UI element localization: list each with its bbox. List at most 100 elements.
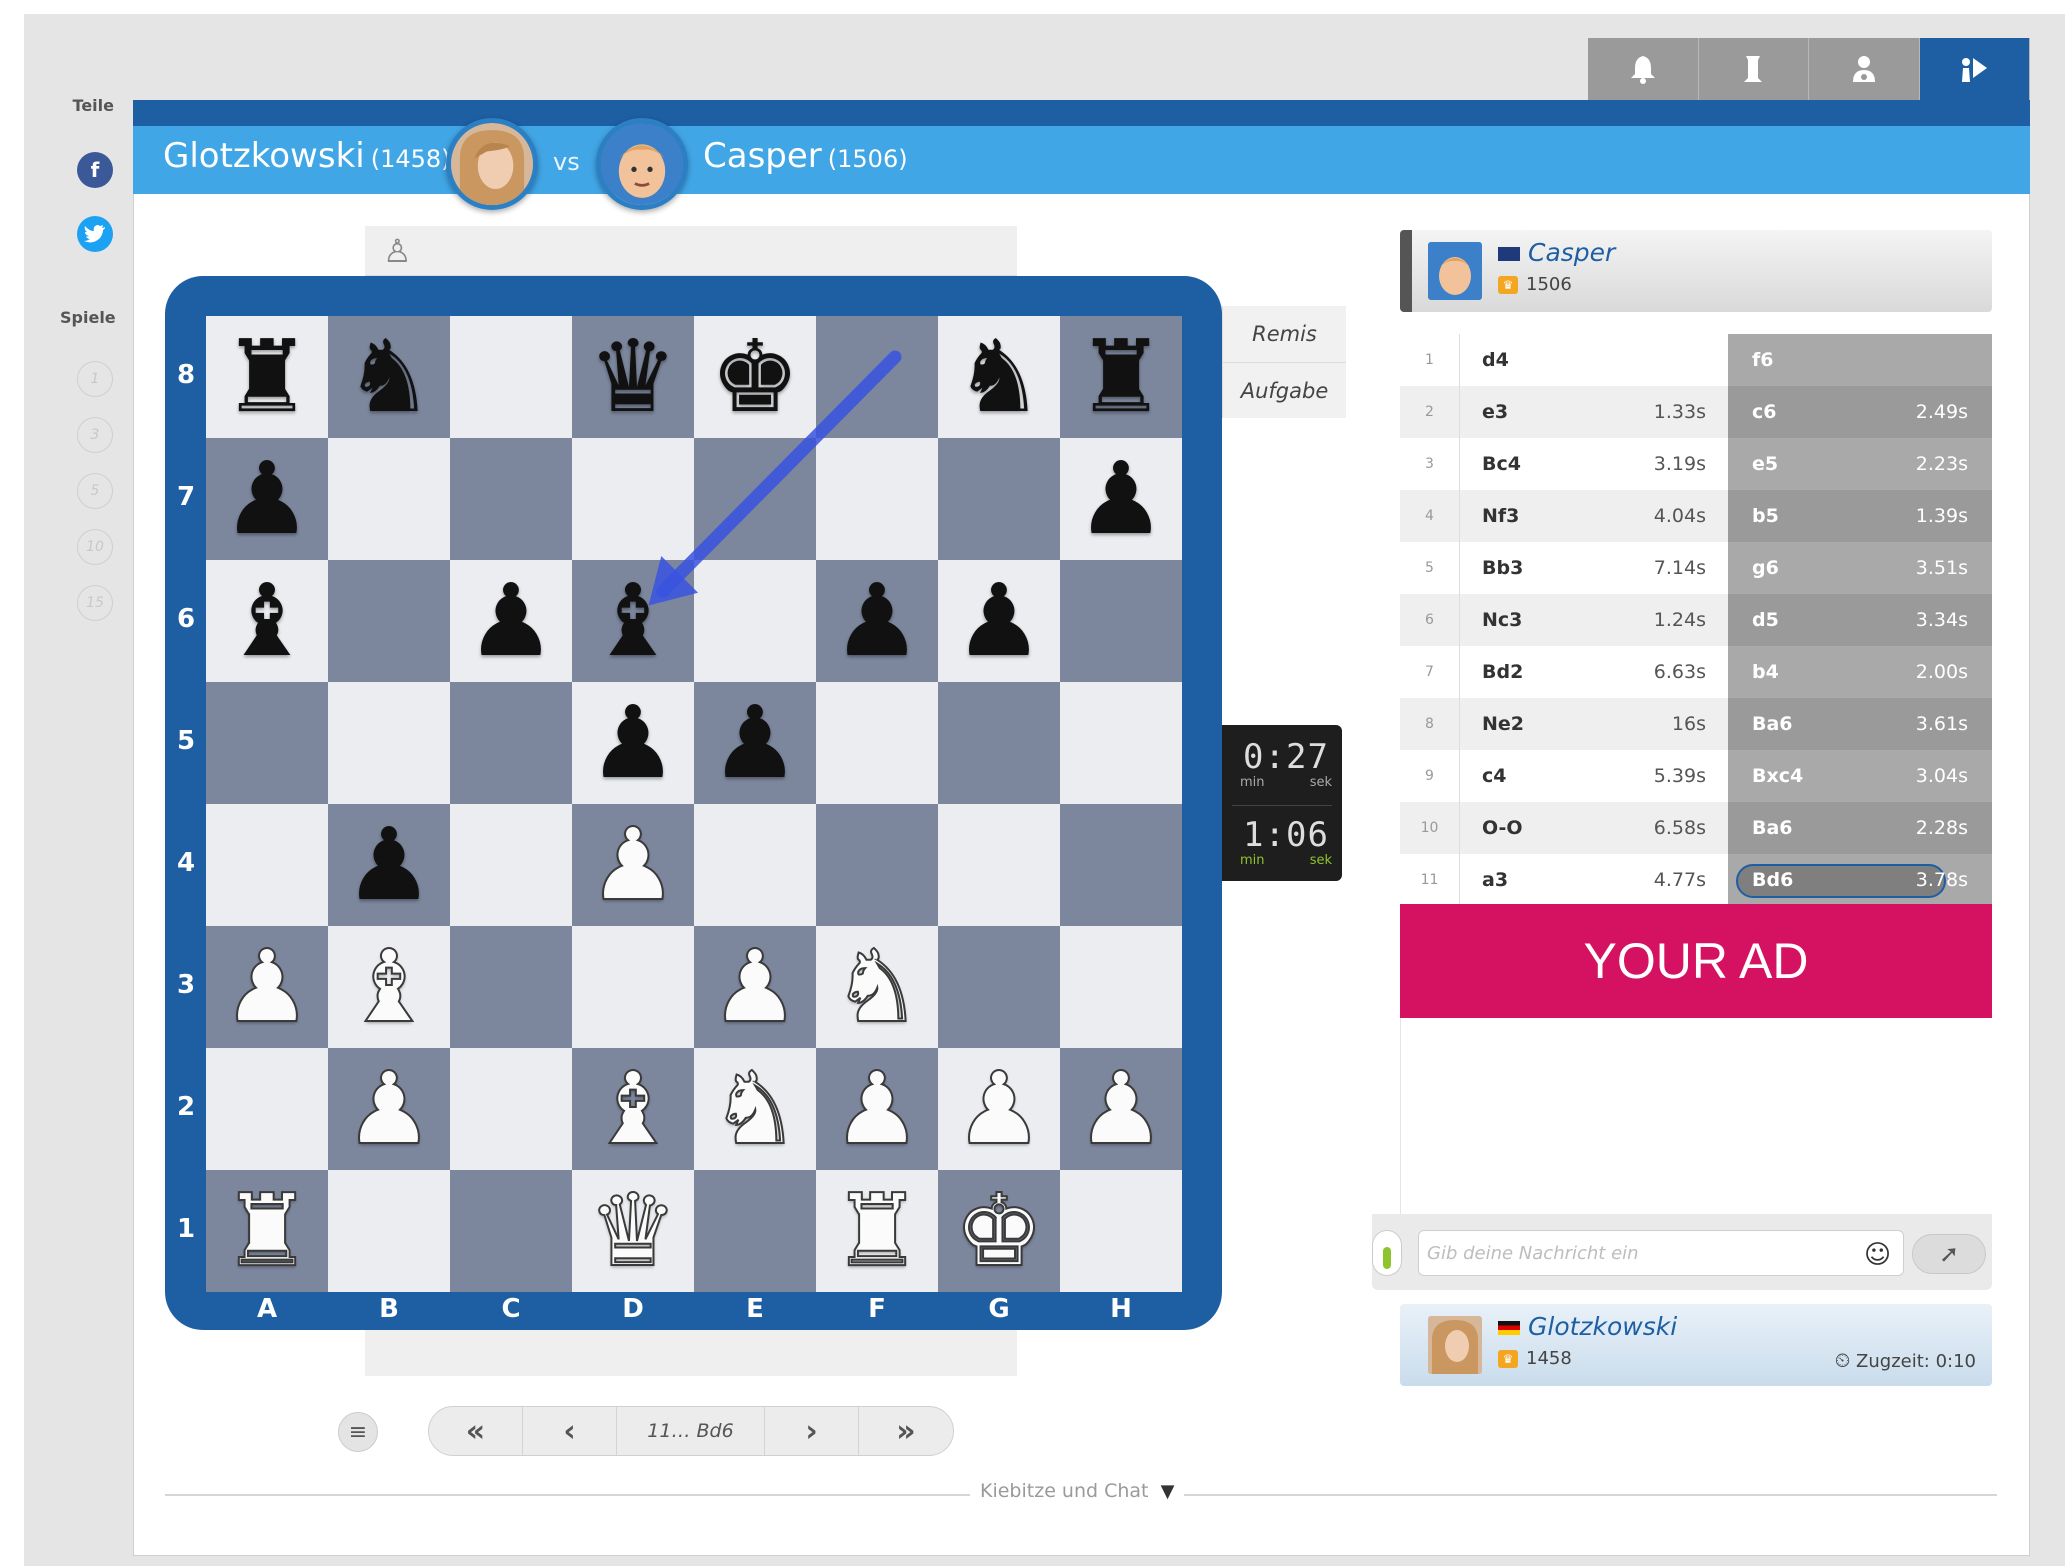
square-b3[interactable]: ♝ (328, 926, 450, 1048)
square-e4[interactable] (694, 804, 816, 926)
white-move-cell[interactable]: 3 Bc4 3.19s (1400, 438, 1728, 490)
black-player-avatar[interactable] (596, 118, 688, 210)
square-g8[interactable]: ♞ (938, 316, 1060, 438)
square-b7[interactable] (328, 438, 450, 560)
square-a3[interactable]: ♟ (206, 926, 328, 1048)
black-pawn-piece[interactable]: ♟ (832, 571, 922, 671)
white-knight-piece[interactable]: ♞ (831, 936, 923, 1038)
white-move-cell[interactable]: 8 Ne2 16s (1400, 698, 1728, 750)
square-b6[interactable] (328, 560, 450, 682)
square-d2[interactable]: ♝ (572, 1048, 694, 1170)
resign-button[interactable]: Aufgabe (1223, 362, 1346, 418)
chess-board[interactable]: ♜ ♞ ♛ ♚ ♞ ♜ ♟ ♟ ♝ ♟ ♝ ♟ ♟ ♟ ♟ ♟ ♟ ♟ ♝ ♟ ♞ ♟ ♝ ♞ ♟ ♟ ♟ ♜ ♛ ♜ ♚ (206, 316, 1182, 1292)
square-a5[interactable] (206, 682, 328, 804)
square-c6[interactable]: ♟ (450, 560, 572, 682)
black-move-cell[interactable]: f6 (1728, 334, 1992, 386)
square-e1[interactable] (694, 1170, 816, 1292)
white-pawn-piece[interactable]: ♟ (221, 936, 313, 1038)
white-move-cell[interactable]: 7 Bd2 6.63s (1400, 646, 1728, 698)
square-a4[interactable] (206, 804, 328, 926)
square-e7[interactable] (694, 438, 816, 560)
square-h8[interactable]: ♜ (1060, 316, 1182, 438)
white-pawn-piece[interactable]: ♟ (1075, 1058, 1167, 1160)
black-move-cell[interactable]: Ba6 2.28s (1728, 802, 1992, 854)
square-g3[interactable] (938, 926, 1060, 1048)
square-d8[interactable]: ♛ (572, 316, 694, 438)
own-player-card[interactable]: Glotzkowski ♛ 1458 ⏲ Zugzeit: 0:10 (1400, 1304, 1992, 1386)
square-f1[interactable]: ♜ (816, 1170, 938, 1292)
square-c7[interactable] (450, 438, 572, 560)
square-h2[interactable]: ♟ (1060, 1048, 1182, 1170)
black-pawn-piece[interactable]: ♟ (710, 693, 800, 793)
square-e5[interactable]: ♟ (694, 682, 816, 804)
black-bishop-piece[interactable]: ♝ (222, 571, 312, 671)
white-move-cell[interactable]: 9 c4 5.39s (1400, 750, 1728, 802)
square-f6[interactable]: ♟ (816, 560, 938, 682)
white-pawn-piece[interactable]: ♟ (587, 814, 679, 916)
game-count-1[interactable]: 1 (77, 361, 113, 397)
square-f5[interactable] (816, 682, 938, 804)
black-move-cell[interactable]: g6 3.51s (1728, 542, 1992, 594)
white-pawn-piece[interactable]: ♟ (709, 936, 801, 1038)
square-d5[interactable]: ♟ (572, 682, 694, 804)
opponent-card[interactable]: Casper ♛ 1506 (1400, 230, 1992, 312)
game-count-10[interactable]: 10 (77, 529, 113, 565)
square-a6[interactable]: ♝ (206, 560, 328, 682)
white-bishop-piece[interactable]: ♝ (343, 936, 435, 1038)
chat-input[interactable] (1418, 1230, 1904, 1276)
square-d1[interactable]: ♛ (572, 1170, 694, 1292)
black-rook-piece[interactable]: ♜ (1076, 327, 1166, 427)
draw-button[interactable]: Remis (1223, 306, 1346, 362)
square-b8[interactable]: ♞ (328, 316, 450, 438)
black-pawn-piece[interactable]: ♟ (222, 449, 312, 549)
square-h6[interactable] (1060, 560, 1182, 682)
square-g4[interactable] (938, 804, 1060, 926)
square-h3[interactable] (1060, 926, 1182, 1048)
game-count-3[interactable]: 3 (77, 417, 113, 453)
square-e8[interactable]: ♚ (694, 316, 816, 438)
smiley-icon[interactable]: ☺ (1864, 1240, 1891, 1270)
square-c3[interactable] (450, 926, 572, 1048)
square-c8[interactable] (450, 316, 572, 438)
black-move-cell[interactable]: b5 1.39s (1728, 490, 1992, 542)
square-g7[interactable] (938, 438, 1060, 560)
square-h7[interactable]: ♟ (1060, 438, 1182, 560)
black-move-cell[interactable]: b4 2.00s (1728, 646, 1992, 698)
game-count-15[interactable]: 15 (77, 585, 113, 621)
kibitz-chat-toggle[interactable]: Kiebitze und Chat ▼ (970, 1480, 1185, 1502)
black-king-piece[interactable]: ♚ (710, 327, 800, 427)
white-bishop-piece[interactable]: ♝ (587, 1058, 679, 1160)
square-h5[interactable] (1060, 682, 1182, 804)
black-knight-piece[interactable]: ♞ (344, 327, 434, 427)
white-move-cell[interactable]: 4 Nf3 4.04s (1400, 490, 1728, 542)
square-f4[interactable] (816, 804, 938, 926)
square-g1[interactable]: ♚ (938, 1170, 1060, 1292)
black-move-cell[interactable]: d5 3.34s (1728, 594, 1992, 646)
square-c2[interactable] (450, 1048, 572, 1170)
white-king-piece[interactable]: ♚ (953, 1180, 1045, 1282)
black-rook-piece[interactable]: ♜ (222, 327, 312, 427)
square-e2[interactable]: ♞ (694, 1048, 816, 1170)
white-player-avatar[interactable] (446, 118, 538, 210)
tab-play[interactable] (1919, 38, 2030, 100)
tab-tournaments[interactable] (1698, 38, 1809, 100)
white-move-cell[interactable]: 1 d4 (1400, 334, 1728, 386)
square-h1[interactable] (1060, 1170, 1182, 1292)
square-e6[interactable] (694, 560, 816, 682)
black-move-cell[interactable]: e5 2.23s (1728, 438, 1992, 490)
white-pawn-piece[interactable]: ♟ (343, 1058, 435, 1160)
square-g5[interactable] (938, 682, 1060, 804)
square-b1[interactable] (328, 1170, 450, 1292)
square-b4[interactable]: ♟ (328, 804, 450, 926)
white-move-cell[interactable]: 11 a3 4.77s (1400, 854, 1728, 906)
white-player-title[interactable]: Glotzkowski (1458) (163, 136, 451, 176)
tab-friends[interactable] (1809, 38, 1920, 100)
square-f2[interactable]: ♟ (816, 1048, 938, 1170)
white-pawn-piece[interactable]: ♟ (831, 1058, 923, 1160)
black-move-cell[interactable]: Bd6 3.78s (1728, 854, 1992, 906)
square-c5[interactable] (450, 682, 572, 804)
send-button[interactable]: ➚ (1912, 1234, 1986, 1274)
white-knight-piece[interactable]: ♞ (709, 1058, 801, 1160)
square-a2[interactable] (206, 1048, 328, 1170)
square-d7[interactable] (572, 438, 694, 560)
